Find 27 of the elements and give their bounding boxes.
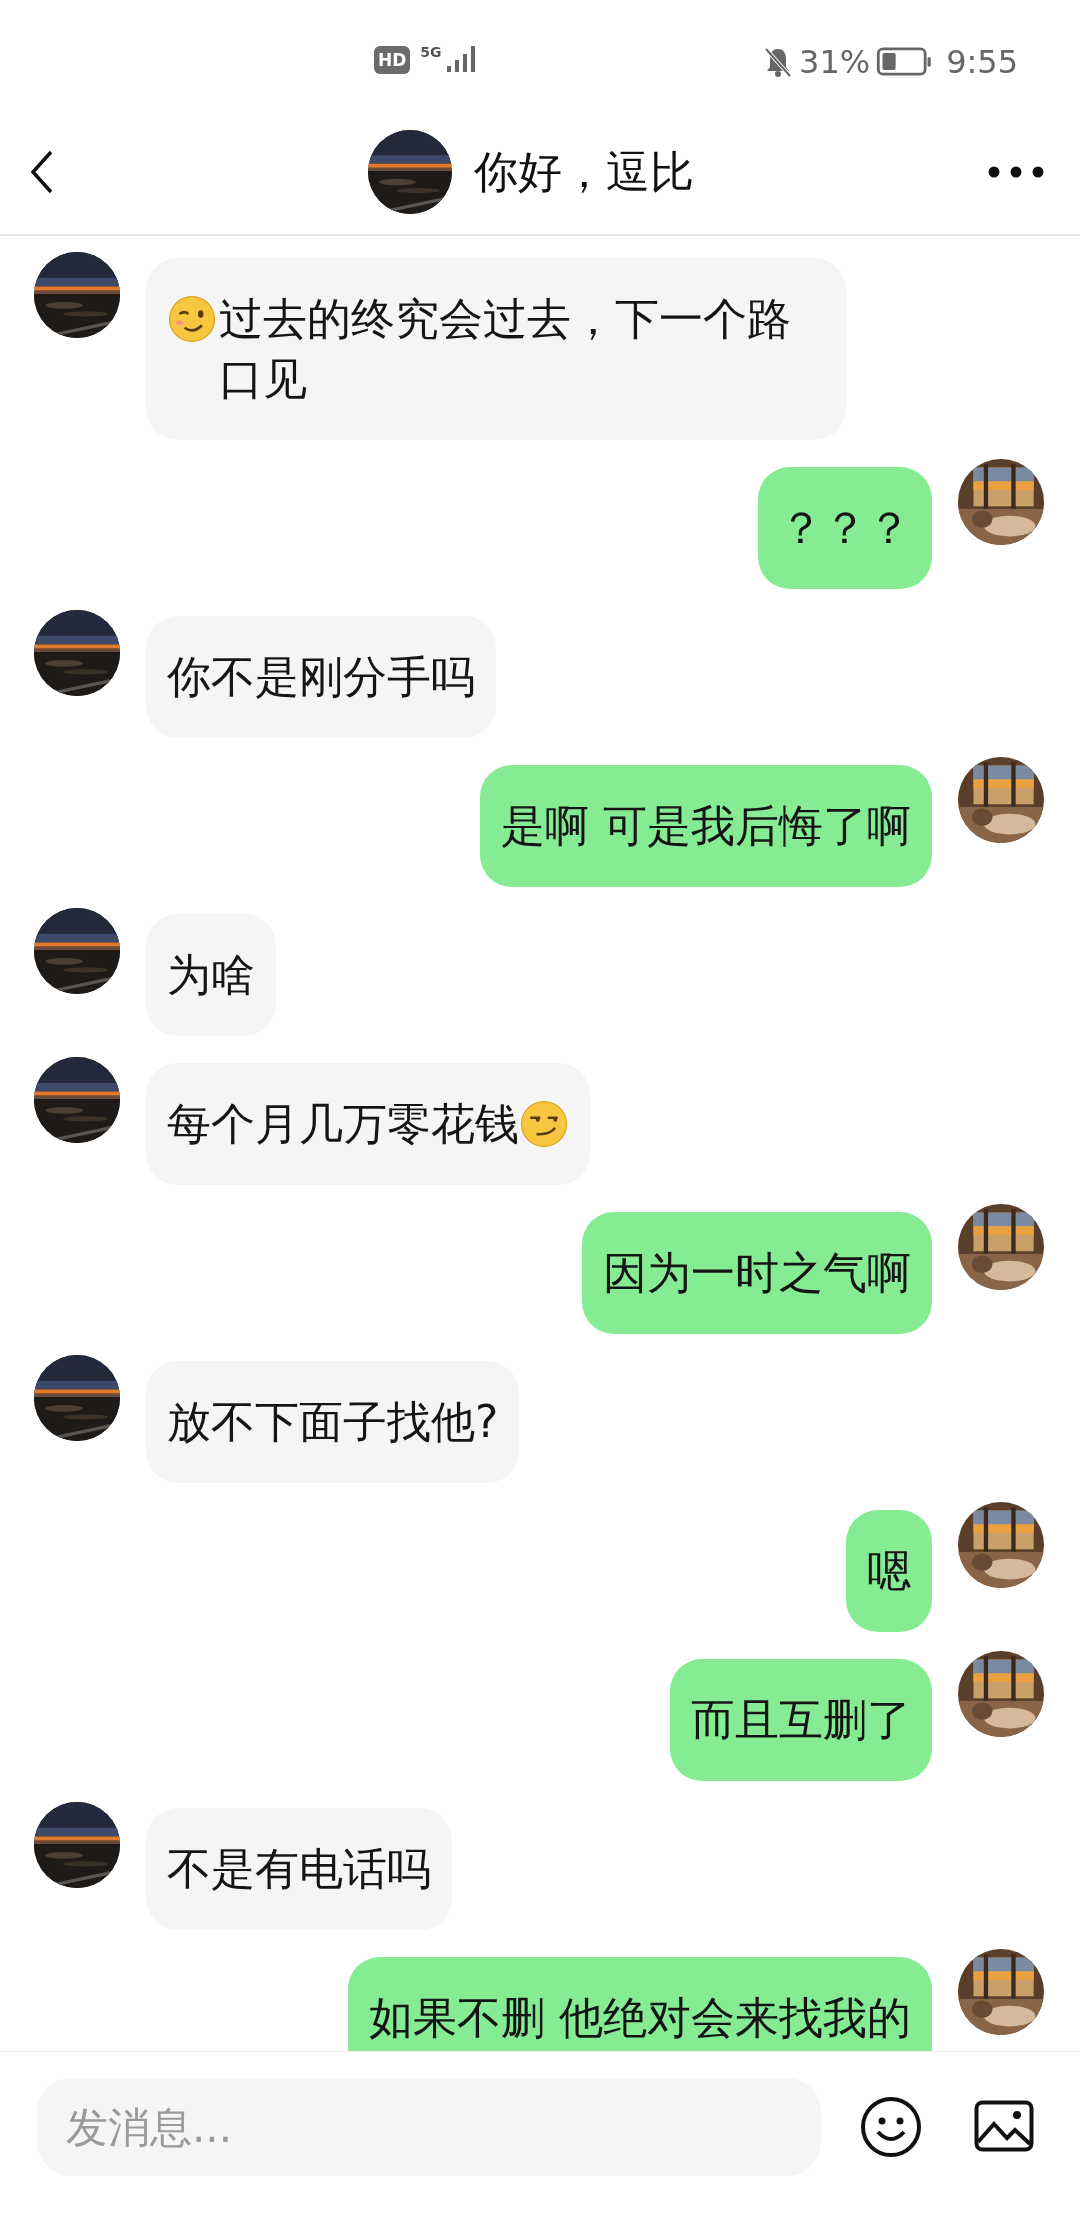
network-label: 5G xyxy=(420,44,442,60)
image-button[interactable] xyxy=(974,2100,1034,2152)
winking-face-icon xyxy=(167,294,217,344)
message-text: 是啊 可是我后悔了啊 xyxy=(501,800,911,851)
message-text: 如果不删 他绝对会来找我的 xyxy=(369,1992,911,2043)
message-input[interactable]: 发消息... xyxy=(37,2078,821,2176)
clock: 9:55 xyxy=(946,44,1018,80)
more-icon xyxy=(988,166,1044,178)
battery-percent: 31% xyxy=(799,44,871,80)
message-text: 过去的终究会过去，下一个路口见 xyxy=(219,292,792,406)
message-text: ？？？ xyxy=(779,502,911,553)
message-text: 放不下面子找他? xyxy=(167,1396,499,1447)
muted-bell-icon xyxy=(763,46,793,78)
message-text: 你不是刚分手吗 xyxy=(167,651,475,702)
smirking-face-icon xyxy=(519,1099,569,1149)
image-icon xyxy=(974,2100,1034,2152)
hd-badge: HD xyxy=(374,46,411,74)
message-text: 不是有电话吗 xyxy=(167,1843,431,1894)
message-text: 每个月几万零花钱 xyxy=(167,1098,519,1149)
back-icon xyxy=(30,150,54,194)
smiley-icon xyxy=(860,2096,922,2158)
emoji-button[interactable] xyxy=(860,2096,922,2158)
message-text: 为啥 xyxy=(167,949,255,1000)
chat-title: 你好，逗比 xyxy=(474,145,694,199)
message-text: 因为一时之气啊 xyxy=(603,1247,911,1298)
message-text: 而且互删了 xyxy=(691,1694,911,1745)
message-text: 嗯 xyxy=(867,1545,911,1596)
